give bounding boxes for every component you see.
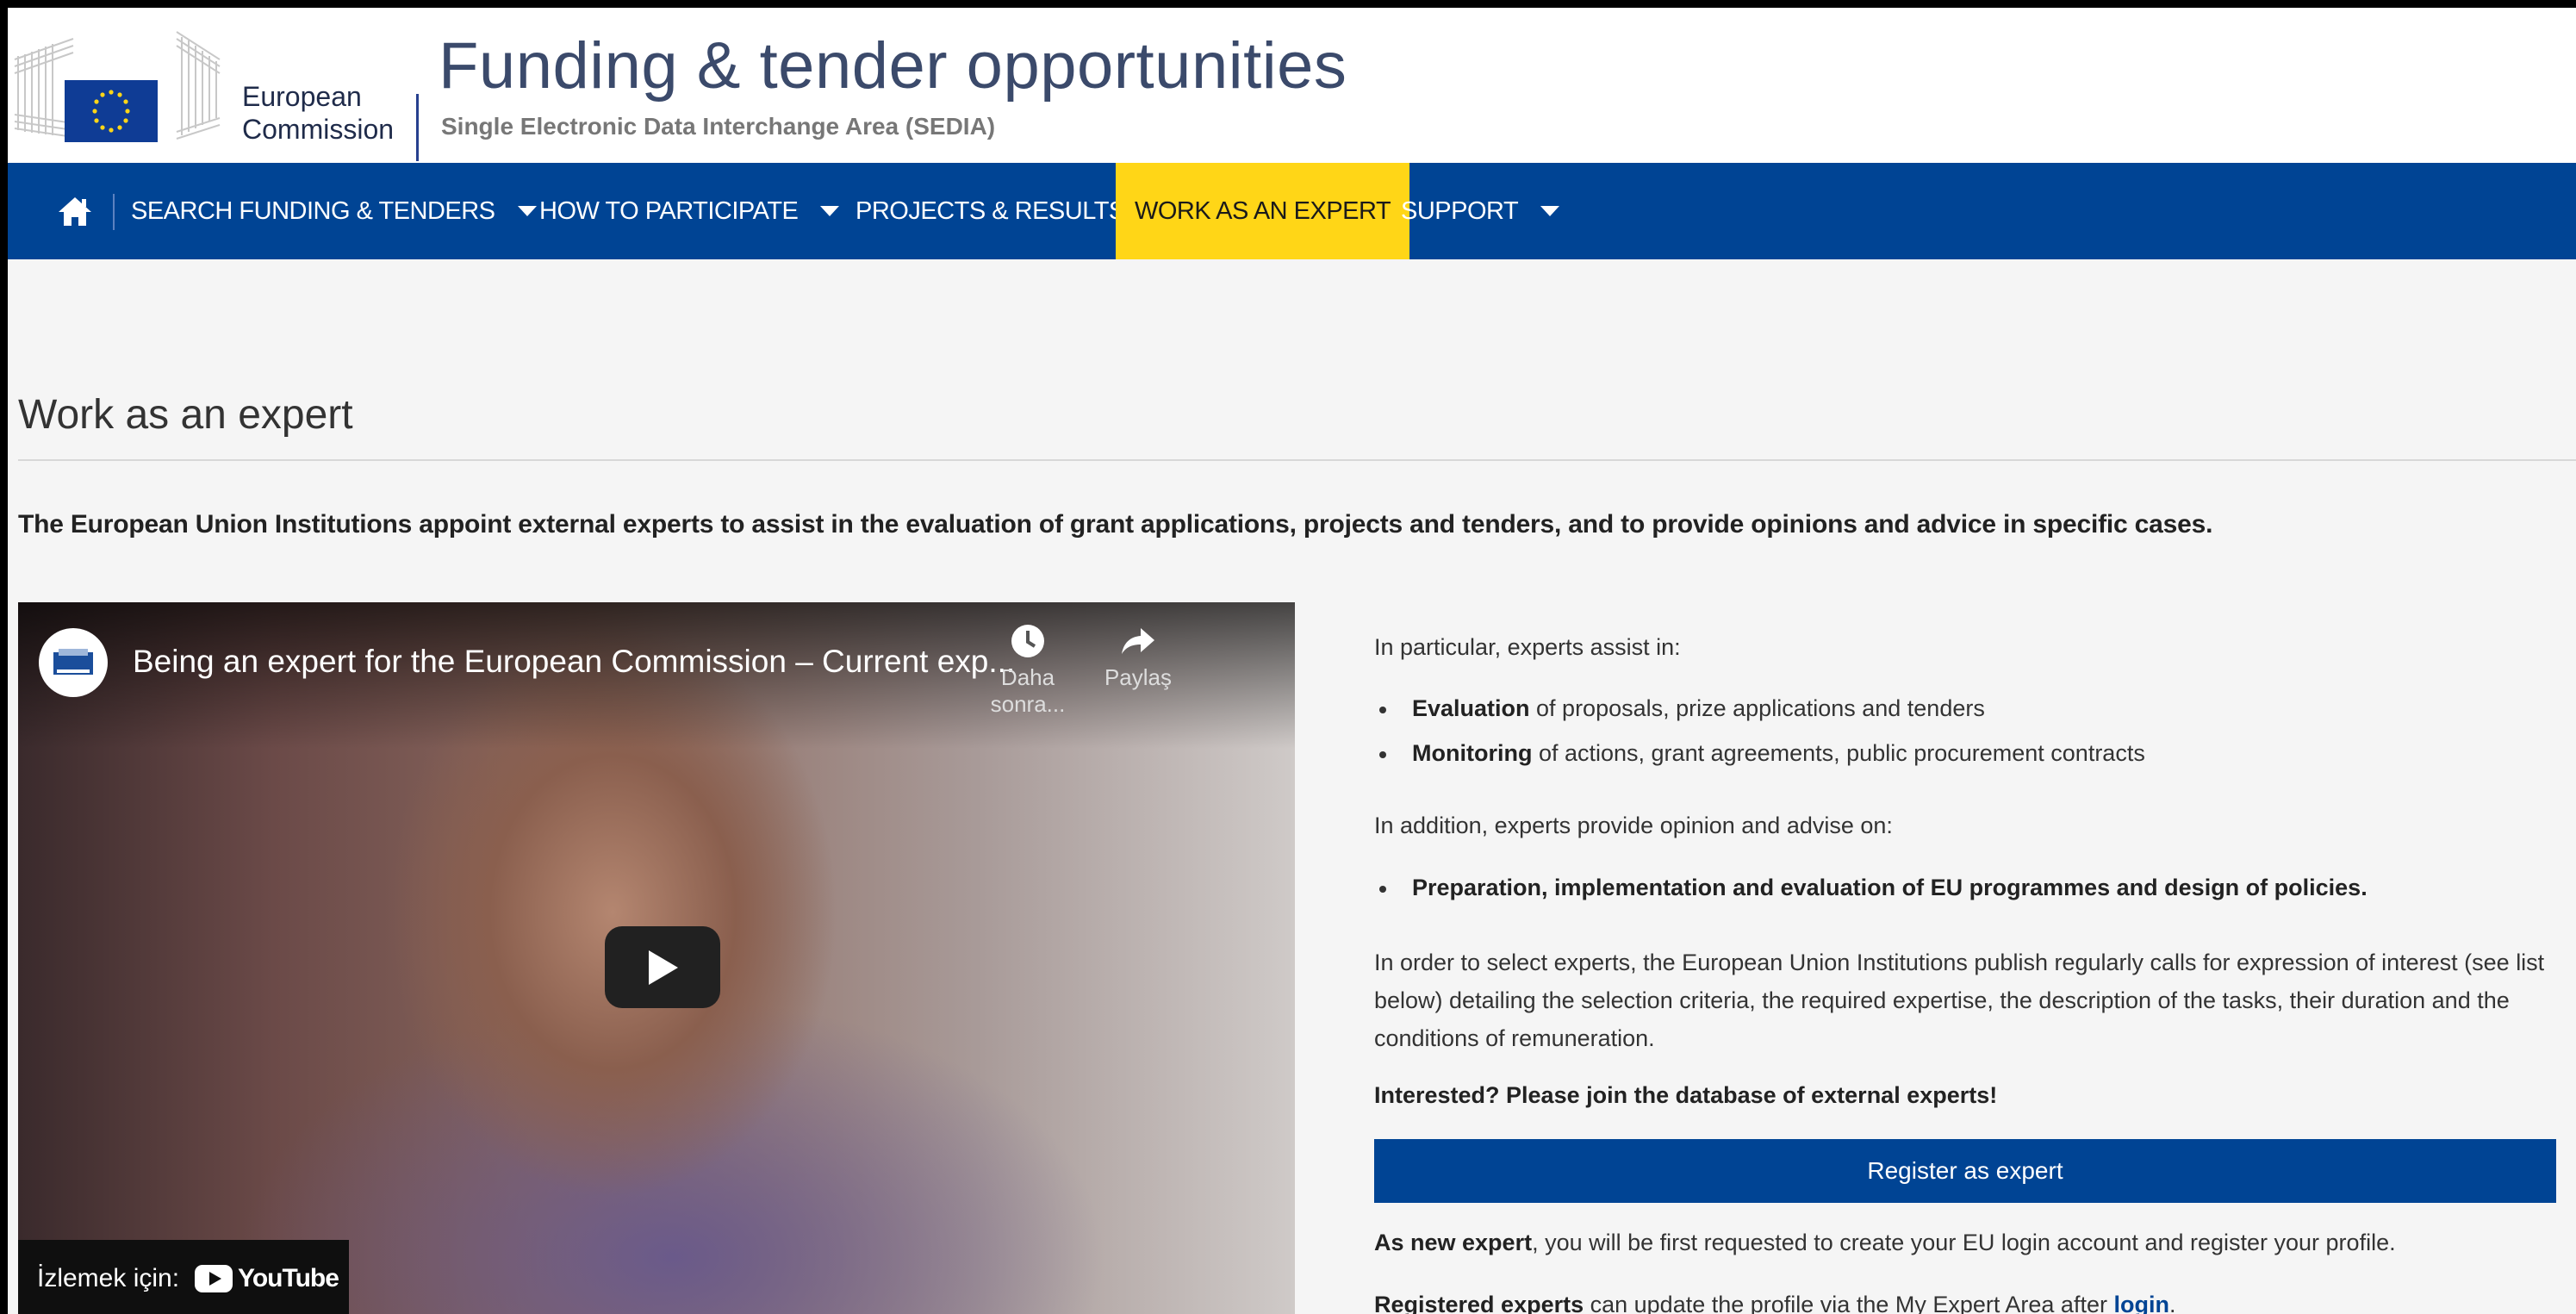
registered-experts-end: . (2168, 1292, 2176, 1314)
particular-intro: In particular, experts assist in: (1374, 634, 1681, 660)
nav-support[interactable]: SUPPORT (1401, 163, 1560, 259)
selection-paragraph: In order to select experts, the European… (1374, 950, 2545, 1051)
addition-intro: In addition, experts provide opinion and… (1374, 813, 1893, 838)
logo-separator (416, 94, 419, 161)
new-expert-rest: , you will be first requested to create … (1532, 1230, 2396, 1255)
register-as-expert-button[interactable]: Register as expert (1374, 1139, 2556, 1203)
chevron-down-icon (820, 206, 840, 216)
site-header: European Commission Funding & tender opp… (8, 8, 2576, 163)
intro-text: The European Union Institutions appoint … (18, 510, 2213, 539)
clock-icon (1011, 625, 1044, 657)
share-button[interactable]: Paylaş (1078, 623, 1198, 691)
channel-avatar[interactable] (39, 628, 108, 697)
chevron-down-icon (517, 206, 537, 216)
page: European Commission Funding & tender opp… (8, 8, 2576, 1314)
share-icon (1122, 628, 1154, 654)
nav-label: SUPPORT (1401, 196, 1519, 225)
nav-label: SEARCH FUNDING & TENDERS (131, 196, 495, 225)
page-title: Work as an expert (18, 392, 353, 438)
list-item: Preparation, implementation and evaluati… (1374, 875, 2368, 901)
logo-text-line2: Commission (242, 114, 395, 145)
share-label: Paylaş (1104, 664, 1173, 690)
watch-on-youtube-bar[interactable]: İzlemek için: YouTube (18, 1240, 349, 1314)
new-expert-text: As new expert, you will be first request… (1374, 1230, 2396, 1256)
nav-work-as-an-expert[interactable]: WORK AS AN EXPERT (1116, 163, 1410, 259)
list-item: Evaluation of proposals, prize applicati… (1374, 695, 1985, 722)
nav-label: WORK AS AN EXPERT (1135, 196, 1391, 225)
bullet-dot (1379, 750, 1386, 758)
join-database-text: Interested? Please join the database of … (1374, 1082, 1998, 1108)
video-player[interactable]: Being an expert for the European Commiss… (18, 602, 1295, 1314)
nav-label: PROJECTS & RESULTS (856, 196, 1125, 225)
list-item: Monitoring of actions, grant agreements,… (1374, 740, 2145, 767)
channel-logo-icon (53, 649, 93, 675)
bullet-bold: Preparation, implementation and evaluati… (1412, 875, 2368, 900)
home-icon (59, 197, 91, 226)
logo-text: European Commission (242, 80, 394, 146)
bullet-text: of actions, grant agreements, public pro… (1532, 740, 2145, 766)
play-icon (649, 950, 678, 985)
registered-experts-text: Registered experts can update the profil… (1374, 1292, 2175, 1314)
nav-divider (113, 194, 115, 230)
bullet-bold: Evaluation (1412, 695, 1530, 721)
logo-text-line1: European (242, 81, 362, 112)
nav-label: HOW TO PARTICIPATE (539, 196, 799, 225)
watch-on-label: İzlemek için: (37, 1264, 180, 1292)
new-expert-bold: As new expert (1374, 1230, 1533, 1255)
bullet-dot (1379, 706, 1386, 713)
registered-experts-bold: Registered experts (1374, 1292, 1584, 1314)
nav-search-funding-tenders[interactable]: SEARCH FUNDING & TENDERS (131, 163, 537, 259)
watch-later-button[interactable]: Daha sonra... (968, 623, 1088, 718)
nav-home-button[interactable] (32, 163, 118, 259)
youtube-icon (195, 1265, 233, 1292)
bullet-bold: Monitoring (1412, 740, 1533, 766)
title-divider (18, 459, 2576, 461)
site-subtitle: Single Electronic Data Interchange Area … (441, 113, 996, 140)
registered-experts-rest: can update the profile via the My Expert… (1584, 1292, 2114, 1314)
youtube-logo: YouTube (195, 1264, 339, 1293)
european-commission-logo[interactable]: European Commission (13, 25, 419, 161)
site-title[interactable]: Funding & tender opportunities (439, 28, 1347, 103)
bullet-dot (1379, 885, 1386, 893)
play-button[interactable] (605, 926, 720, 1008)
login-link[interactable]: login (2113, 1292, 2168, 1314)
watch-later-label: Daha sonra... (990, 664, 1066, 717)
youtube-wordmark: YouTube (238, 1264, 339, 1292)
chevron-down-icon (1540, 206, 1560, 216)
video-title[interactable]: Being an expert for the European Commiss… (133, 644, 1015, 680)
main-navigation: SEARCH FUNDING & TENDERS HOW TO PARTICIP… (8, 163, 2576, 259)
bullet-text: of proposals, prize applications and ten… (1529, 695, 1985, 721)
nav-how-to-participate[interactable]: HOW TO PARTICIPATE (539, 163, 840, 259)
ec-flag-icon (14, 31, 221, 142)
nav-projects-results[interactable]: PROJECTS & RESULTS (856, 163, 1125, 259)
